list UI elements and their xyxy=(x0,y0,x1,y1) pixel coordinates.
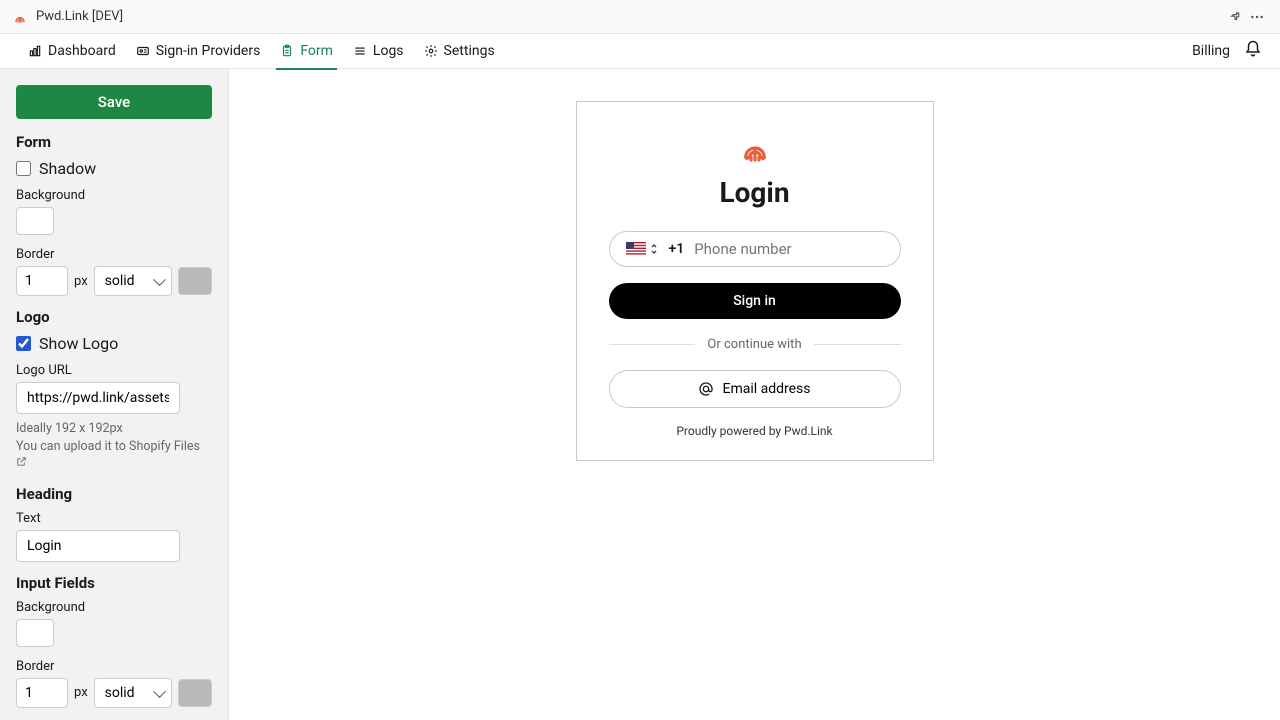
show-logo-row[interactable]: Show Logo xyxy=(16,334,212,353)
shadow-checkbox[interactable] xyxy=(16,161,31,176)
form-border-style-select[interactable]: solid xyxy=(94,266,172,296)
section-heading: Heading xyxy=(16,485,212,503)
us-flag-icon xyxy=(626,242,646,256)
input-border-style-select[interactable]: solid xyxy=(94,678,172,708)
nav-logs[interactable]: Logs xyxy=(343,34,414,69)
country-selector[interactable] xyxy=(626,242,659,256)
top-nav: Dashboard Sign-in Providers Form Logs Se… xyxy=(0,34,1280,69)
bell-icon[interactable] xyxy=(1244,40,1262,62)
nav-signin-providers[interactable]: Sign-in Providers xyxy=(126,34,271,69)
preview-logo xyxy=(609,132,901,164)
preview-signin-button[interactable]: Sign in xyxy=(609,283,901,319)
window-title: Pwd.Link [DEV] xyxy=(36,9,123,24)
app-logo-icon xyxy=(12,9,28,25)
nav-settings[interactable]: Settings xyxy=(414,34,505,69)
form-bg-swatch[interactable] xyxy=(16,207,54,235)
heading-text-label: Text xyxy=(16,511,212,526)
background-label: Background xyxy=(16,188,212,203)
logo-hint-size: Ideally 192 x 192px xyxy=(16,420,212,438)
input-bg-label: Background xyxy=(16,600,212,615)
chevron-up-down-icon xyxy=(649,243,659,255)
section-input-fields: Input Fields xyxy=(16,574,212,592)
login-preview-card: Login +1 Sign in Or continue with Email … xyxy=(576,101,934,461)
dial-code: +1 xyxy=(669,241,685,257)
logo-url-label: Logo URL xyxy=(16,363,212,378)
window-titlebar: Pwd.Link [DEV] xyxy=(0,0,1280,34)
save-button[interactable]: Save xyxy=(16,85,212,119)
pin-icon[interactable] xyxy=(1224,6,1246,28)
clipboard-icon xyxy=(280,44,294,58)
form-border-width-input[interactable] xyxy=(16,266,68,296)
phone-input[interactable] xyxy=(694,240,893,258)
gear-icon xyxy=(424,44,438,58)
nav-dashboard[interactable]: Dashboard xyxy=(18,34,126,69)
form-border-color-swatch[interactable] xyxy=(178,267,212,295)
phone-field[interactable]: +1 xyxy=(609,231,901,267)
nav-form[interactable]: Form xyxy=(270,34,343,69)
show-logo-checkbox[interactable] xyxy=(16,336,31,351)
border-label: Border xyxy=(16,247,212,262)
list-icon xyxy=(353,44,367,58)
logo-hint-upload: You can upload it to Shopify Files xyxy=(16,438,212,473)
chart-bar-icon xyxy=(28,44,42,58)
logo-url-input[interactable] xyxy=(16,382,180,414)
preview-area: Login +1 Sign in Or continue with Email … xyxy=(229,69,1280,720)
powered-by: Proudly powered by Pwd.Link xyxy=(609,424,901,438)
billing-link[interactable]: Billing xyxy=(1192,43,1230,59)
settings-sidebar: Save Form Shadow Background Border px so… xyxy=(0,69,229,720)
input-bg-swatch[interactable] xyxy=(16,619,54,647)
heading-text-input[interactable] xyxy=(16,530,180,562)
preview-heading: Login xyxy=(609,176,901,209)
external-link-icon[interactable] xyxy=(16,455,27,473)
input-border-label: Border xyxy=(16,659,212,674)
more-icon[interactable] xyxy=(1246,6,1268,28)
section-logo: Logo xyxy=(16,308,212,326)
at-icon xyxy=(698,381,714,397)
section-form: Form xyxy=(16,133,212,151)
id-card-icon xyxy=(136,44,150,58)
preview-email-button[interactable]: Email address xyxy=(609,370,901,408)
shadow-checkbox-row[interactable]: Shadow xyxy=(16,159,212,178)
divider: Or continue with xyxy=(609,337,901,352)
input-border-color-swatch[interactable] xyxy=(178,679,212,707)
input-border-width-input[interactable] xyxy=(16,678,68,708)
